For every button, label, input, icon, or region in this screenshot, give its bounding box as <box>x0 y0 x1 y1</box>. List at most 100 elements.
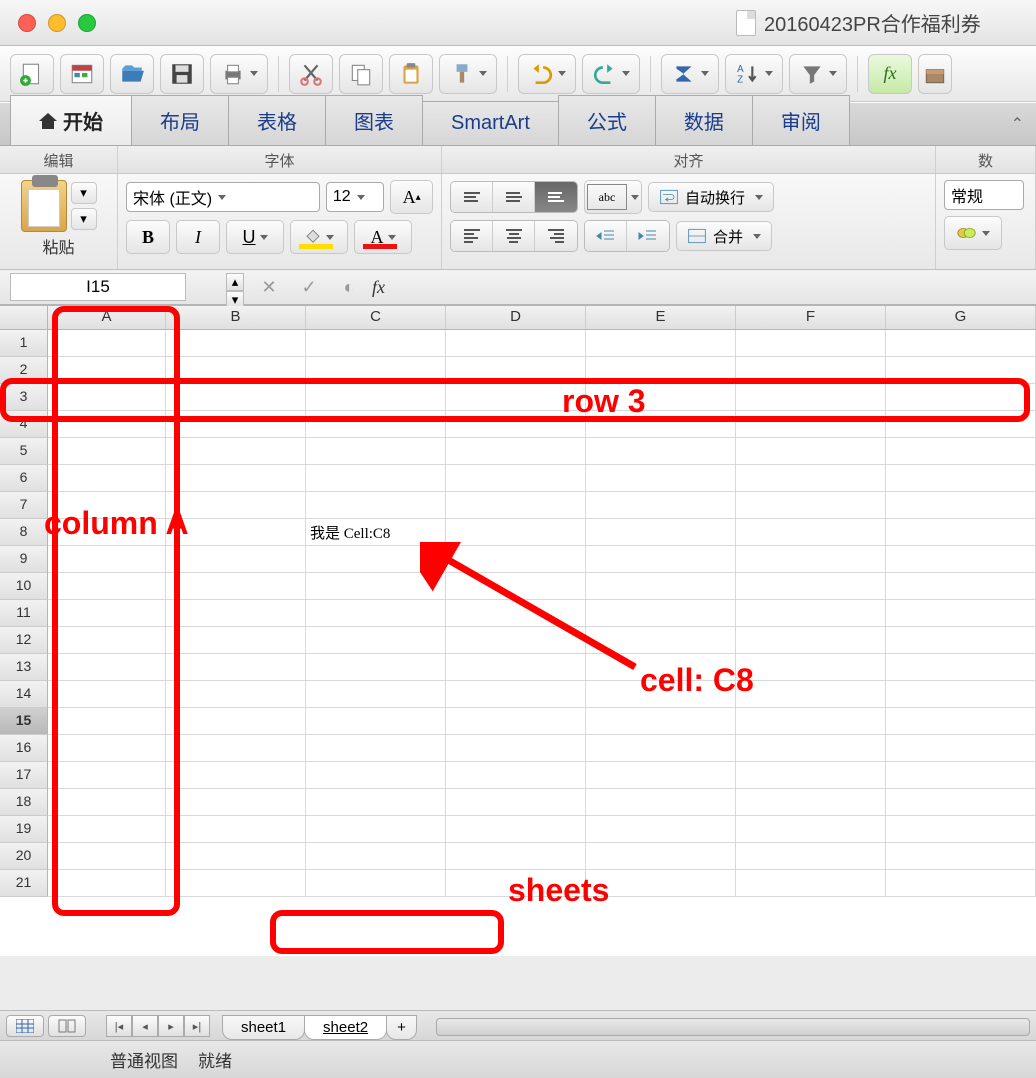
align-top-button[interactable] <box>451 182 493 212</box>
cell[interactable] <box>736 411 886 438</box>
sheet-tab-2[interactable]: sheet2 <box>304 1015 387 1040</box>
row-header[interactable]: 7 <box>0 492 48 519</box>
cell[interactable] <box>886 411 1036 438</box>
toolbox-button[interactable] <box>918 54 952 94</box>
cell[interactable] <box>306 816 446 843</box>
cell[interactable] <box>446 546 586 573</box>
cell[interactable] <box>736 816 886 843</box>
copy-button[interactable] <box>339 54 383 94</box>
cell[interactable] <box>166 546 306 573</box>
bold-button[interactable]: B <box>126 220 170 254</box>
column-header-B[interactable]: B <box>166 306 306 329</box>
cell[interactable] <box>166 492 306 519</box>
row-header[interactable]: 16 <box>0 735 48 762</box>
cell[interactable] <box>306 465 446 492</box>
cell[interactable] <box>886 330 1036 357</box>
cell[interactable] <box>48 519 166 546</box>
cell[interactable] <box>166 357 306 384</box>
cell[interactable] <box>48 762 166 789</box>
row-header[interactable]: 15 <box>0 708 48 735</box>
cell[interactable] <box>166 843 306 870</box>
name-box[interactable]: I15 <box>10 273 186 301</box>
cell[interactable] <box>166 654 306 681</box>
cell[interactable] <box>48 627 166 654</box>
cell[interactable] <box>886 492 1036 519</box>
cell[interactable] <box>166 411 306 438</box>
cell[interactable] <box>446 843 586 870</box>
cell[interactable] <box>48 330 166 357</box>
cell[interactable] <box>166 600 306 627</box>
cell[interactable] <box>446 357 586 384</box>
cell[interactable] <box>586 627 736 654</box>
row-header[interactable]: 19 <box>0 816 48 843</box>
cell[interactable] <box>48 546 166 573</box>
cell[interactable] <box>446 789 586 816</box>
cell[interactable] <box>48 735 166 762</box>
cell[interactable] <box>886 384 1036 411</box>
paste-button[interactable] <box>389 54 433 94</box>
cell[interactable] <box>48 870 166 897</box>
confirm-edit-button[interactable]: ✓ <box>294 273 324 301</box>
merge-button[interactable]: 合并 <box>676 221 772 251</box>
cell[interactable] <box>586 600 736 627</box>
cell[interactable] <box>586 411 736 438</box>
tab-review[interactable]: 审阅 <box>752 95 850 145</box>
cell[interactable] <box>446 573 586 600</box>
cell[interactable] <box>886 465 1036 492</box>
cell[interactable] <box>446 627 586 654</box>
number-format-combo[interactable]: 常规 <box>944 180 1024 210</box>
prev-sheet-button[interactable]: ◂ <box>132 1015 158 1037</box>
cell[interactable] <box>586 465 736 492</box>
cut-button[interactable] <box>289 54 333 94</box>
cell[interactable] <box>586 870 736 897</box>
row-header[interactable]: 3 <box>0 384 48 411</box>
namebox-stepper[interactable]: ▴ ▾ <box>226 273 244 301</box>
cell[interactable] <box>306 411 446 438</box>
font-color-button[interactable]: A <box>354 220 412 254</box>
cell[interactable] <box>166 708 306 735</box>
formula-history-button[interactable]: ◐ <box>334 273 364 301</box>
cell[interactable] <box>306 357 446 384</box>
indent-segment[interactable] <box>584 220 670 252</box>
cell[interactable] <box>446 735 586 762</box>
row-header[interactable]: 14 <box>0 681 48 708</box>
last-sheet-button[interactable]: ▸| <box>184 1015 210 1037</box>
row-header[interactable]: 17 <box>0 762 48 789</box>
cell[interactable] <box>736 465 886 492</box>
cell[interactable] <box>736 870 886 897</box>
autosum-button[interactable] <box>661 54 719 94</box>
cell[interactable] <box>736 384 886 411</box>
cell[interactable] <box>446 330 586 357</box>
cell[interactable] <box>586 789 736 816</box>
cell[interactable] <box>886 600 1036 627</box>
cell[interactable] <box>886 573 1036 600</box>
cell[interactable] <box>166 870 306 897</box>
cell[interactable] <box>48 465 166 492</box>
cell[interactable] <box>586 384 736 411</box>
align-bottom-button[interactable] <box>535 182 577 212</box>
tab-data[interactable]: 数据 <box>655 95 753 145</box>
cell[interactable] <box>736 654 886 681</box>
page-layout-view-button[interactable] <box>48 1015 86 1037</box>
cell[interactable] <box>736 573 886 600</box>
cell[interactable] <box>586 708 736 735</box>
cell[interactable] <box>166 681 306 708</box>
cell[interactable] <box>446 708 586 735</box>
column-header-A[interactable]: A <box>48 306 166 329</box>
cell[interactable] <box>586 816 736 843</box>
cell[interactable] <box>48 492 166 519</box>
cell[interactable] <box>446 870 586 897</box>
vertical-align-segment[interactable] <box>450 181 578 213</box>
cell[interactable] <box>586 843 736 870</box>
cell[interactable] <box>446 411 586 438</box>
normal-view-button[interactable] <box>6 1015 44 1037</box>
row-header[interactable]: 20 <box>0 843 48 870</box>
cell[interactable] <box>886 708 1036 735</box>
cell[interactable] <box>48 681 166 708</box>
cell[interactable] <box>446 465 586 492</box>
cell[interactable] <box>306 546 446 573</box>
sort-button[interactable]: AZ <box>725 54 783 94</box>
underline-button[interactable]: U <box>226 220 284 254</box>
row-header[interactable]: 5 <box>0 438 48 465</box>
cell[interactable] <box>736 519 886 546</box>
